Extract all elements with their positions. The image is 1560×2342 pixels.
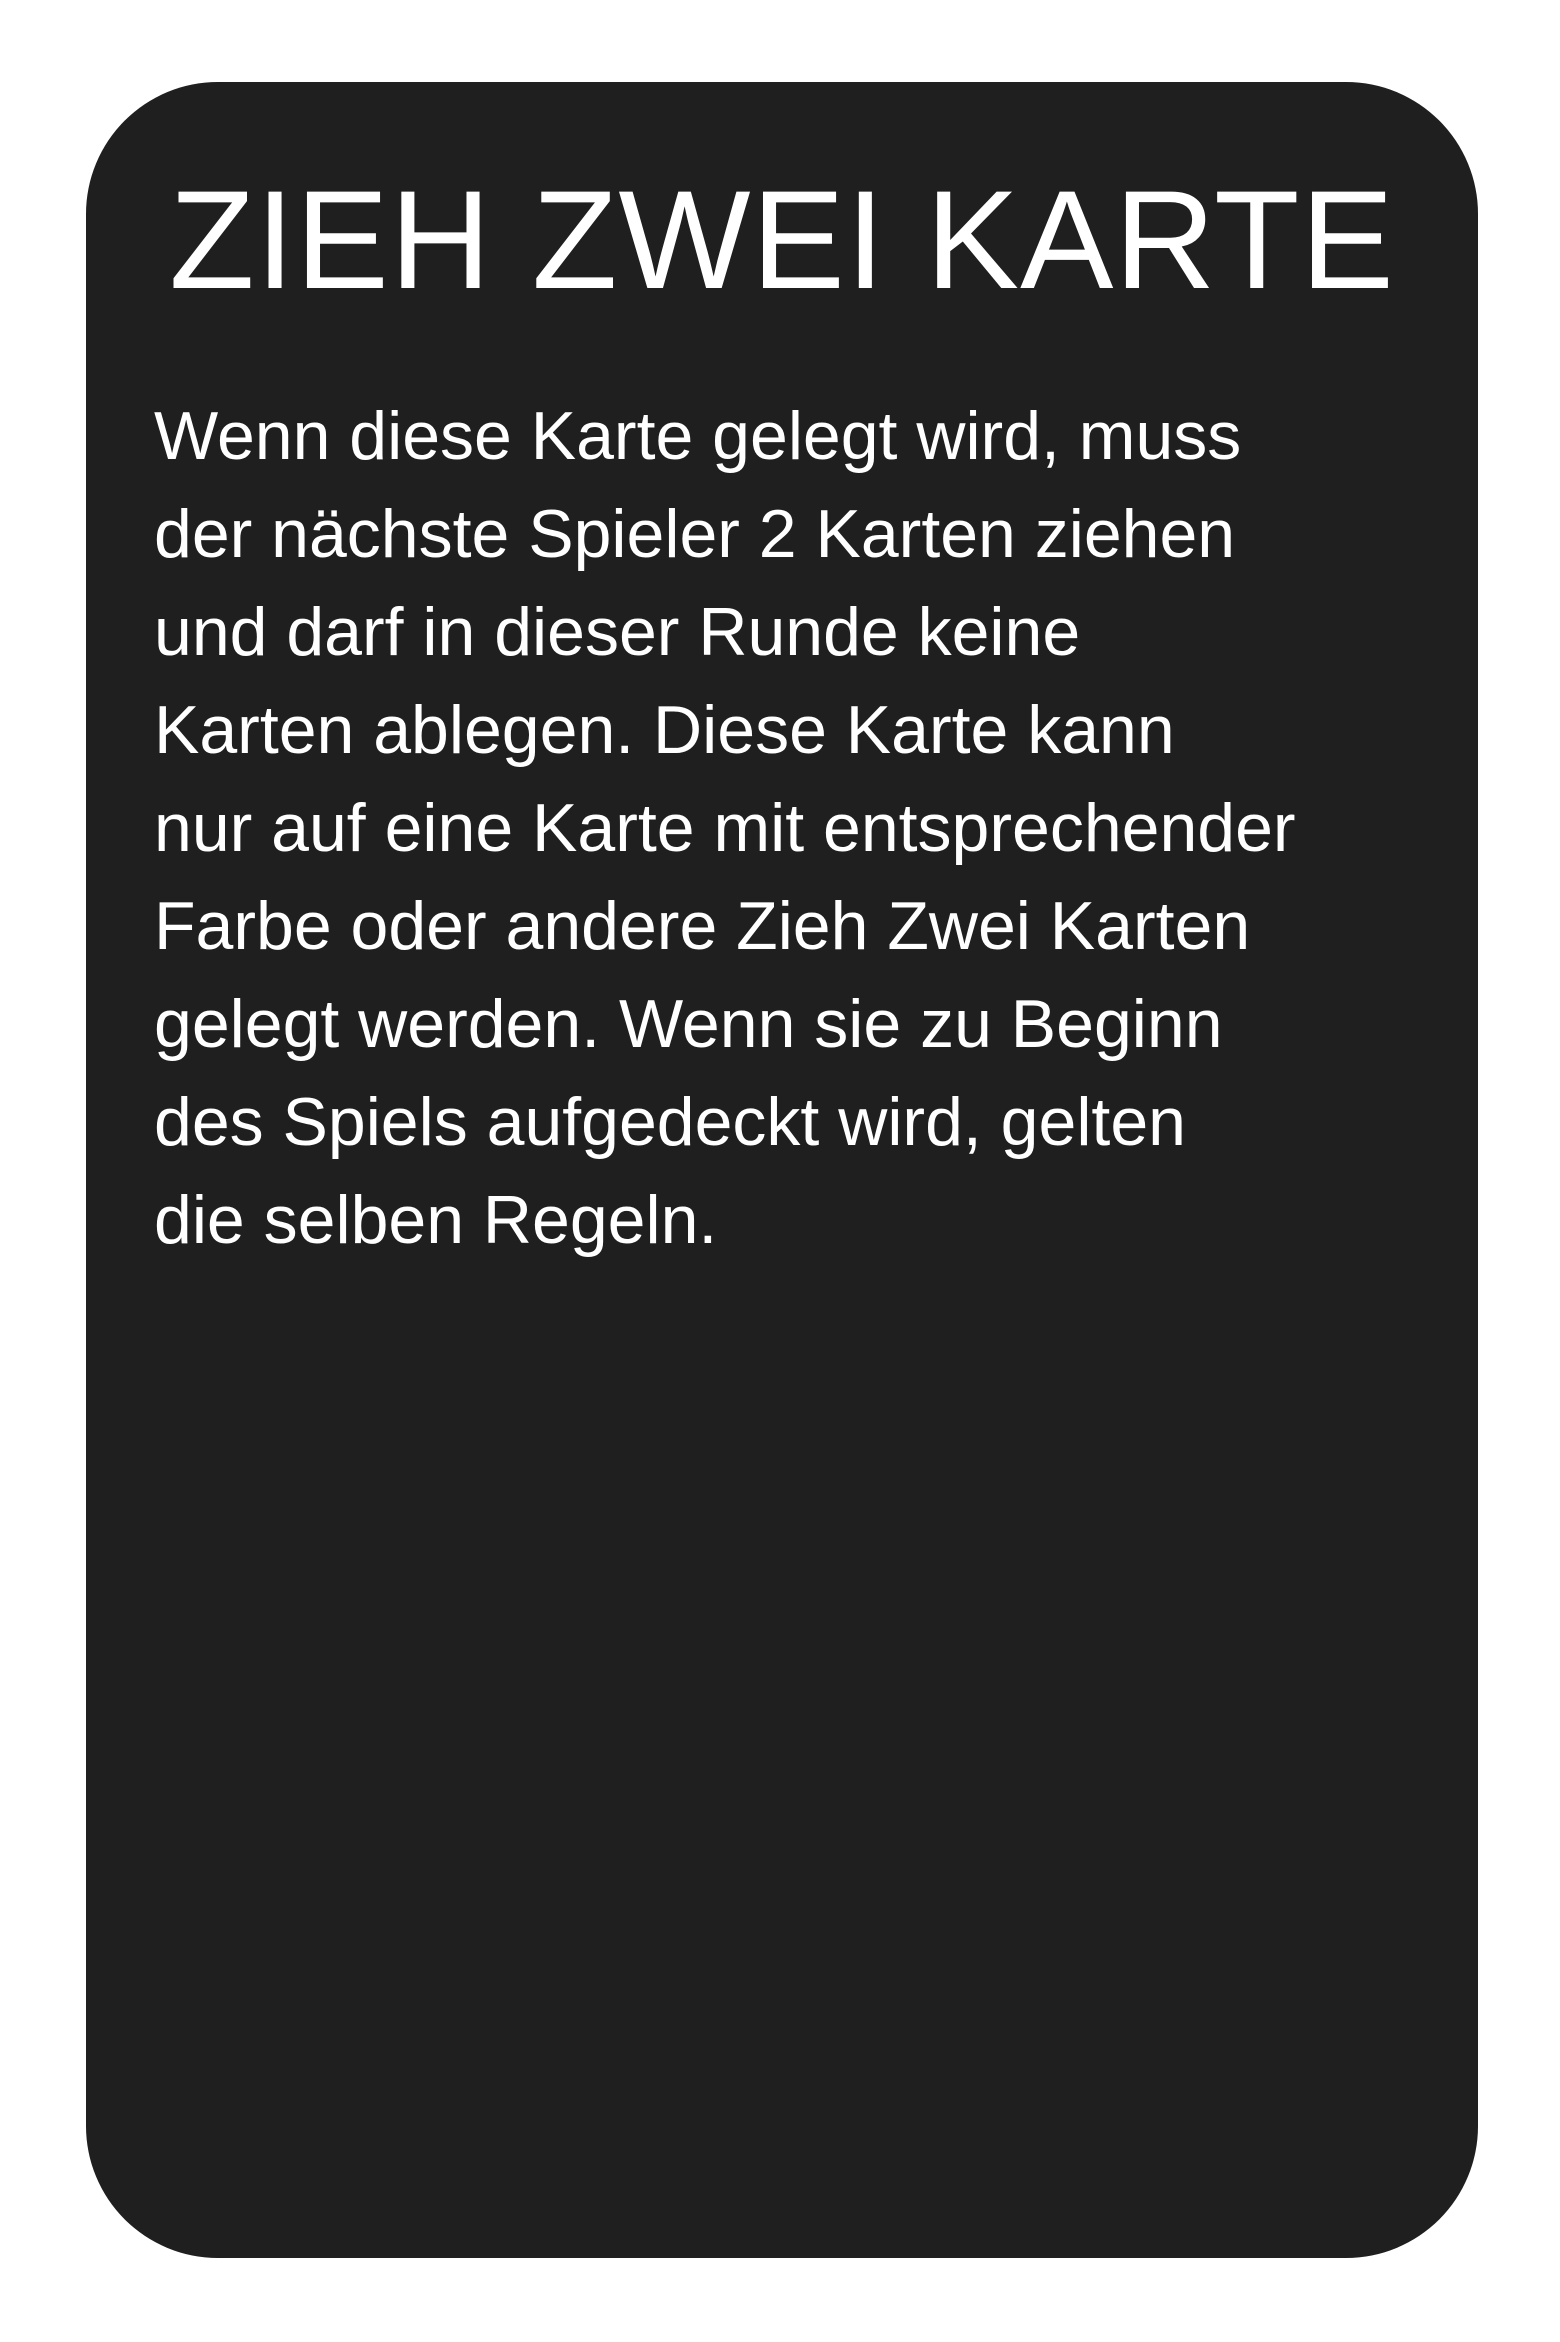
card-description-line: gelegt werden. Wenn sie zu Beginn: [154, 986, 1223, 1062]
game-card: ZIEH ZWEI KARTE Wenn diese Karte gelegt …: [86, 82, 1478, 2258]
card-description-line: die selben Regeln.: [154, 1182, 718, 1258]
card-description-line: der nächste Spieler 2 Karten ziehen: [154, 496, 1236, 572]
card-description-line: Farbe oder andere Zieh Zwei Karten: [154, 888, 1251, 964]
card-description-line: Wenn diese Karte gelegt wird, muss: [154, 398, 1242, 474]
card-description-line: nur auf eine Karte mit entsprechender: [154, 790, 1296, 866]
card-description-line: Karten ablegen. Diese Karte kann: [154, 692, 1175, 768]
card-description-line: des Spiels aufgedeckt wird, gelten: [154, 1084, 1186, 1160]
card-description-line: und darf in dieser Runde keine: [154, 594, 1081, 670]
card-description: Wenn diese Karte gelegt wird, muss der n…: [154, 387, 1454, 1269]
card-title: ZIEH ZWEI KARTE: [169, 161, 1395, 318]
